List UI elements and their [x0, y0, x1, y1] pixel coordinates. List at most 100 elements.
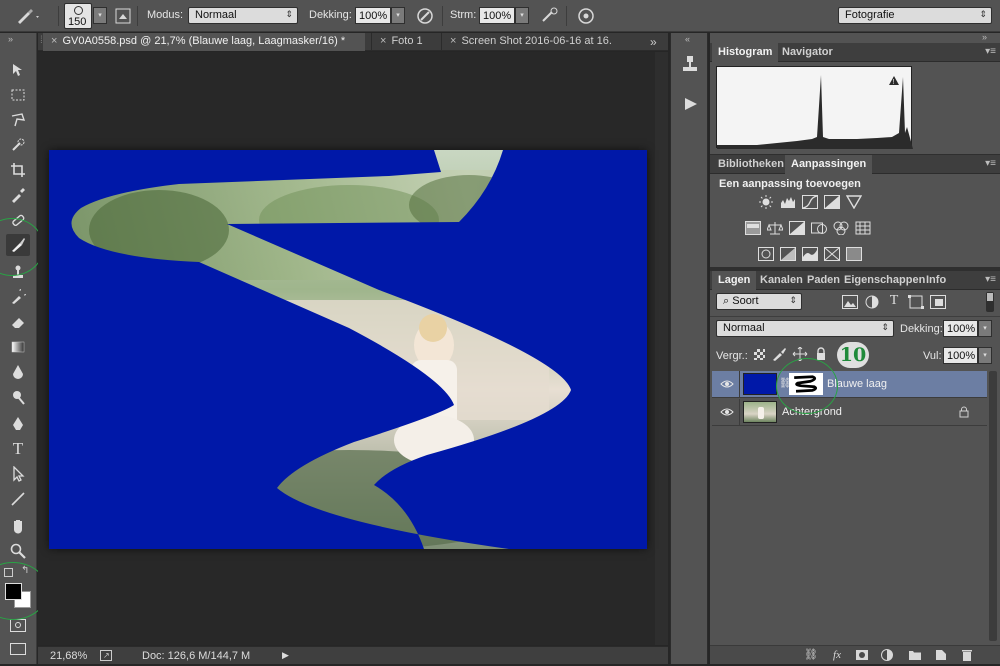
workspace-select[interactable]: Fotografie ⇕: [838, 7, 992, 24]
fill-dropdown[interactable]: ▾: [978, 347, 992, 364]
background-thumbnail[interactable]: [743, 401, 777, 423]
blur-tool-icon[interactable]: [6, 361, 30, 383]
brush-preset-picker[interactable]: 150: [64, 3, 92, 29]
zoom-level[interactable]: 21,68%: [50, 650, 87, 662]
dodge-tool-icon[interactable]: [6, 386, 30, 408]
panel-menu-icon[interactable]: ▾≡: [985, 46, 996, 57]
path-selection-tool-icon[interactable]: [6, 463, 30, 485]
opacity-dropdown[interactable]: ▾: [391, 7, 405, 24]
tab-histogram[interactable]: Histogram: [712, 43, 779, 62]
clone-source-icon[interactable]: [682, 55, 698, 73]
hue-saturation-icon[interactable]: [745, 221, 761, 235]
channel-mixer-icon[interactable]: [833, 221, 849, 236]
visibility-eye-icon[interactable]: [720, 406, 734, 418]
history-brush-tool-icon[interactable]: [6, 286, 30, 308]
screen-mode-icon[interactable]: [10, 643, 26, 655]
marquee-tool-icon[interactable]: [6, 84, 30, 106]
black-white-icon[interactable]: [789, 221, 805, 235]
layer-row-achtergrond[interactable]: Achtergrond: [712, 399, 987, 426]
filter-toggle[interactable]: [986, 292, 994, 312]
new-layer-icon[interactable]: [934, 648, 948, 662]
flow-input[interactable]: 100%: [479, 7, 515, 24]
panel-menu-icon[interactable]: ▾≡: [985, 158, 996, 169]
filter-type-icon[interactable]: T: [886, 294, 902, 308]
filter-adjustment-icon[interactable]: [864, 295, 880, 309]
mode-select[interactable]: Normaal ⇕: [188, 7, 298, 24]
eyedropper-tool-icon[interactable]: [6, 184, 30, 206]
move-tool-icon[interactable]: [6, 59, 30, 81]
status-menu-arrow-icon[interactable]: ▶: [282, 650, 289, 661]
type-tool-icon[interactable]: T: [6, 438, 30, 460]
panel-collapse-icon[interactable]: »: [982, 32, 987, 42]
levels-icon[interactable]: [780, 195, 796, 209]
layer-opacity-input[interactable]: 100%: [943, 320, 978, 337]
blend-mode-select[interactable]: Normaal ⇕: [716, 320, 894, 337]
flow-dropdown[interactable]: ▾: [515, 7, 529, 24]
tab-properties[interactable]: Eigenschappen: [838, 271, 931, 290]
curves-icon[interactable]: [802, 195, 818, 209]
actions-play-icon[interactable]: [683, 97, 699, 111]
panel-collapse-icon[interactable]: «: [685, 34, 690, 44]
lock-pixels-icon[interactable]: [771, 347, 787, 361]
eraser-tool-icon[interactable]: [6, 311, 30, 333]
close-icon[interactable]: ×: [51, 35, 57, 47]
layer-color-thumbnail[interactable]: [743, 373, 777, 395]
crop-tool-icon[interactable]: [6, 159, 30, 181]
document-size-info[interactable]: Doc: 126,6 M/144,7 M: [142, 650, 250, 662]
layer-filter-select[interactable]: ⌕ Soort ⇕: [716, 293, 802, 310]
layer-row-blauwe-laag[interactable]: ⛓ Blauwe laag: [712, 371, 987, 398]
gradient-tool-icon[interactable]: [6, 336, 30, 358]
close-icon[interactable]: ×: [380, 35, 386, 47]
tab-libraries[interactable]: Bibliotheken: [712, 155, 790, 174]
tabs-overflow-button[interactable]: »: [650, 35, 657, 49]
filter-pixel-icon[interactable]: [842, 295, 858, 309]
threshold-icon[interactable]: [802, 247, 818, 261]
tab-adjustments[interactable]: Aanpassingen: [785, 155, 873, 174]
color-lookup-icon[interactable]: [855, 221, 871, 235]
invert-icon[interactable]: [758, 247, 774, 261]
visibility-eye-icon[interactable]: [720, 378, 734, 390]
exposure-icon[interactable]: [824, 195, 840, 209]
fill-input[interactable]: 100%: [943, 347, 978, 364]
pressure-size-icon[interactable]: [577, 7, 595, 25]
filter-shape-icon[interactable]: [908, 295, 924, 309]
link-layers-icon[interactable]: ⛓: [804, 648, 818, 662]
gradient-map-icon[interactable]: [846, 247, 862, 261]
pressure-opacity-icon[interactable]: [416, 7, 434, 25]
vibrance-icon[interactable]: [845, 195, 863, 210]
new-adjustment-layer-icon[interactable]: [880, 648, 894, 662]
tab-navigator[interactable]: Navigator: [776, 43, 839, 62]
quick-mask-icon[interactable]: [10, 619, 26, 632]
brush-panel-toggle-icon[interactable]: [115, 8, 131, 24]
color-balance-icon[interactable]: [766, 221, 784, 235]
lasso-tool-icon[interactable]: [6, 109, 30, 131]
quick-selection-tool-icon[interactable]: [6, 134, 30, 156]
hand-tool-icon[interactable]: [6, 515, 30, 537]
tab-layers[interactable]: Lagen: [712, 271, 757, 290]
filter-smart-object-icon[interactable]: [930, 295, 946, 309]
tab-gv0a0558[interactable]: × GV0A0558.psd @ 21,7% (Blauwe laag, Laag…: [43, 33, 365, 51]
document-canvas[interactable]: [49, 150, 647, 550]
panel-collapse-icon[interactable]: »: [8, 34, 13, 44]
tab-foto-1[interactable]: × Foto 1: [371, 33, 431, 51]
brightness-contrast-icon[interactable]: [758, 195, 774, 209]
layer-style-fx-icon[interactable]: fx: [830, 648, 844, 662]
new-group-icon[interactable]: [908, 648, 922, 662]
line-tool-icon[interactable]: [6, 488, 30, 510]
pen-tool-icon[interactable]: [6, 413, 30, 435]
tab-info[interactable]: Info: [920, 271, 952, 290]
opacity-input[interactable]: 100%: [355, 7, 391, 24]
posterize-icon[interactable]: [780, 247, 796, 261]
canvas-vertical-scrollbar[interactable]: [655, 52, 668, 645]
brush-preset-dropdown[interactable]: ▾: [93, 7, 107, 24]
photo-filter-icon[interactable]: [811, 221, 827, 235]
airbrush-icon[interactable]: [540, 7, 560, 25]
layers-scrollbar[interactable]: [989, 371, 997, 641]
add-mask-icon[interactable]: [855, 648, 869, 662]
panel-menu-icon[interactable]: ▾≡: [985, 274, 996, 285]
export-icon[interactable]: ↗: [100, 650, 112, 661]
lock-transparency-icon[interactable]: [754, 349, 765, 360]
layer-opacity-dropdown[interactable]: ▾: [978, 320, 992, 337]
brush-tool-icon[interactable]: [14, 7, 40, 25]
zoom-tool-icon[interactable]: [6, 540, 30, 562]
